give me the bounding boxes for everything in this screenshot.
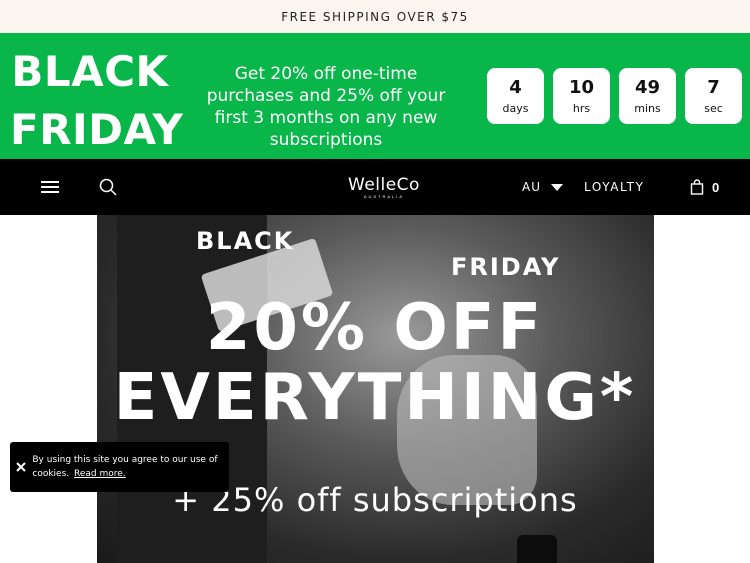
promo-title: BLACK FRIDAY [10,43,184,159]
hero-friday-text: FRIDAY [451,253,561,281]
countdown-hours-value: 10 [568,76,595,98]
cookie-message: By using this site you agree to our use … [32,453,229,481]
cookie-read-more-link[interactable]: Read more. [74,469,126,479]
countdown-seconds-unit: sec [704,101,723,115]
site-logo[interactable]: WelleCo AUSTRALIA [348,159,420,215]
menu-icon [41,181,59,193]
countdown-minutes-value: 49 [634,76,661,98]
countdown-minutes: 49 mins [619,68,676,124]
cart-count: 0 [712,179,720,195]
announcement-bar: FREE SHIPPING OVER $75 [0,0,750,33]
cookie-close-button[interactable] [10,462,32,472]
countdown-days: 4 days [487,68,544,124]
countdown-hours-unit: hrs [572,101,591,115]
hero-headline-everything: EVERYTHING* [113,361,637,435]
countdown-days-value: 4 [509,76,522,98]
menu-button[interactable] [40,159,60,215]
hero-headline-discount: 20% OFF [205,291,545,365]
caret-down-icon [551,183,563,191]
search-icon [99,178,117,196]
logo-text: WelleCo [348,175,420,195]
bag-icon [690,179,704,195]
hero-black-text: BLACK [196,227,295,255]
black-friday-banner[interactable]: BLACK FRIDAY Get 20% off one-time purcha… [0,33,750,159]
countdown-timer: 4 days 10 hrs 49 mins 7 sec [487,68,742,124]
countdown-seconds: 7 sec [685,68,742,124]
logo-subtext: AUSTRALIA [363,194,405,199]
cookie-notice: By using this site you agree to our use … [10,442,229,492]
announcement-text: FREE SHIPPING OVER $75 [281,9,469,24]
region-label: AU [522,180,541,194]
promo-title-line2: FRIDAY [10,105,184,154]
close-icon [16,462,26,472]
region-selector[interactable]: AU [522,159,563,215]
countdown-days-unit: days [502,101,529,115]
countdown-minutes-unit: mins [634,101,661,115]
search-button[interactable] [99,159,117,215]
promo-title-line1: BLACK [11,47,169,96]
countdown-hours: 10 hrs [553,68,610,124]
countdown-seconds-value: 7 [707,76,720,98]
hero-section: BLACK FRIDAY 20% OFF EVERYTHING* + 25% o… [0,215,750,563]
main-navbar: WelleCo AUSTRALIA AU LOYALTY 0 [0,159,750,215]
hero-object-shape [517,535,557,563]
loyalty-link[interactable]: LOYALTY [584,159,645,215]
promo-description: Get 20% off one-time purchases and 25% o… [206,64,446,150]
cart-button[interactable]: 0 [690,159,719,215]
loyalty-label: LOYALTY [584,180,645,194]
